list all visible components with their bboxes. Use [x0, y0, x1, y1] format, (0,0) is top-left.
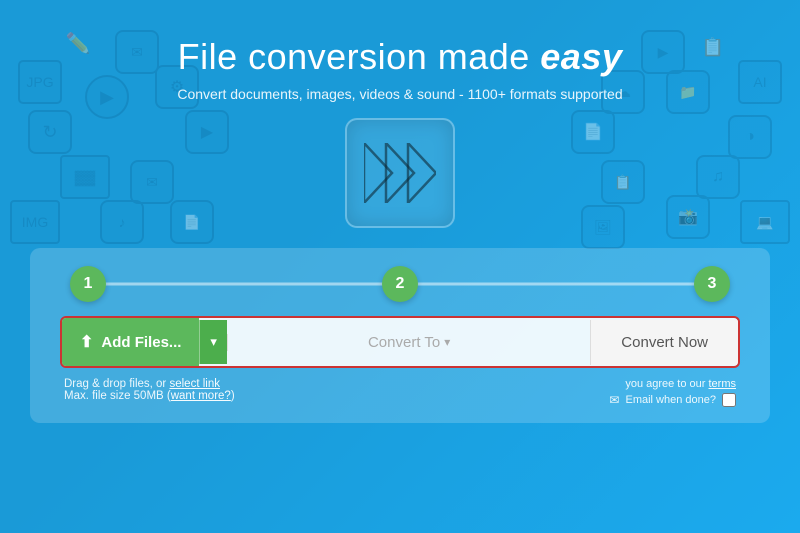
hero-section: File conversion made easy Convert docume… [0, 0, 800, 228]
add-files-button[interactable]: ⬆ Add Files... [62, 318, 199, 366]
footer-left: Drag & drop files, or select link Max. f… [64, 378, 235, 407]
email-when-done-label: Email when done? [625, 394, 716, 406]
email-icon: ✉ [609, 393, 619, 407]
hero-subtitle: Convert documents, images, videos & soun… [0, 86, 800, 102]
steps-row: 1 2 3 [60, 266, 740, 302]
logo-icon-box [345, 118, 455, 228]
hero-title: File conversion made easy [0, 36, 800, 78]
email-checkbox[interactable] [722, 393, 736, 407]
select-link[interactable]: select link [169, 378, 220, 390]
terms-link[interactable]: terms [709, 378, 737, 390]
drag-text: Drag & drop files, or [64, 378, 169, 390]
action-row: ⬆ Add Files... ▾ Convert To ▾ Convert No… [60, 316, 740, 368]
email-checkbox-row: ✉ Email when done? [609, 393, 736, 407]
footer-area: Drag & drop files, or select link Max. f… [60, 378, 740, 407]
step-2-circle: 2 [382, 266, 418, 302]
convert-to-wrapper[interactable]: Convert To ▾ [227, 334, 590, 351]
convert-to-label: Convert To [368, 334, 440, 351]
convert-now-button[interactable]: Convert Now [590, 320, 738, 365]
max-size-close: ) [231, 390, 235, 402]
step-1-circle: 1 [70, 266, 106, 302]
footer-right: you agree to our terms ✉ Email when done… [609, 378, 736, 407]
convert-to-chevron-icon: ▾ [444, 335, 450, 349]
fast-forward-icon [364, 143, 436, 203]
convert-now-label: Convert Now [621, 334, 708, 351]
add-files-dropdown-button[interactable]: ▾ [199, 320, 227, 364]
agree-text: you agree to our [625, 378, 708, 390]
step-3-circle: 3 [694, 266, 730, 302]
add-files-arrow-icon: ▾ [210, 334, 217, 349]
max-size-text: Max. file size 50MB ( [64, 390, 171, 402]
conversion-panel: 1 2 3 ⬆ Add Files... ▾ Convert To ▾ Conv… [30, 248, 770, 423]
upload-icon: ⬆ [80, 332, 93, 352]
add-files-label: Add Files... [101, 334, 181, 351]
want-more-link[interactable]: want more? [171, 390, 231, 402]
